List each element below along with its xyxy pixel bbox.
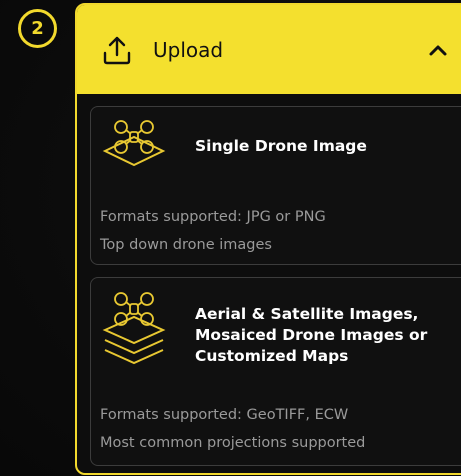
aerial-satellite-images-option[interactable]: Aerial & Satellite Images, Mosaiced Dron… (90, 277, 461, 466)
step-number-badge: 2 (18, 9, 57, 48)
aerial-satellite-images-title: Aerial & Satellite Images, Mosaiced Dron… (195, 305, 428, 365)
formats-supported-text: Formats supported: JPG or PNG (100, 209, 326, 225)
drone-single-layer-icon (102, 120, 166, 167)
upload-panel-header[interactable]: Upload (77, 5, 461, 94)
chevron-up-icon[interactable] (427, 39, 449, 61)
projections-note-text: Most common projections supported (100, 435, 366, 451)
single-drone-image-title: Single Drone Image (195, 137, 367, 155)
single-drone-image-option[interactable]: Single Drone Image Formats supported: JP… (90, 106, 461, 265)
upload-panel-title: Upload (153, 38, 224, 62)
upload-panel: Upload Single Drone Image Formats suppor… (75, 3, 461, 475)
upload-icon (103, 36, 131, 65)
drone-stacked-layers-icon (102, 292, 166, 365)
image-note-text: Top down drone images (100, 237, 272, 253)
formats-supported-text: Formats supported: GeoTIFF, ECW (100, 407, 349, 423)
upload-step-screen: 2 Upload Single Drone Image Formats supp… (0, 0, 461, 476)
